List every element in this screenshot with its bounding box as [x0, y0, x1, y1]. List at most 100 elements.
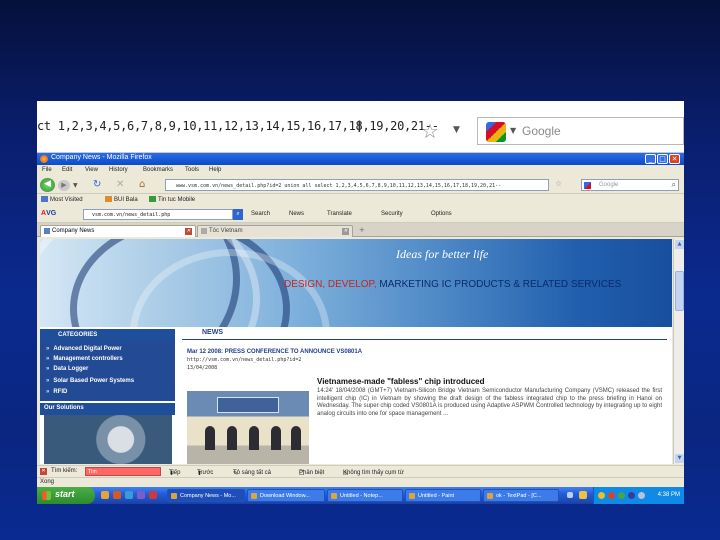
- close-icon[interactable]: ✕: [40, 468, 47, 475]
- quicklaunch-icon[interactable]: [137, 491, 145, 499]
- photo-sign-graphic: [217, 397, 279, 413]
- reload-icon[interactable]: ↻: [93, 179, 101, 190]
- news-url[interactable]: http://vsm.com.vn/news_detail.php?id=2: [187, 357, 301, 363]
- avg-options[interactable]: Options: [431, 211, 452, 217]
- photo-person-graphic: [249, 426, 259, 450]
- menu-tools[interactable]: Tools: [185, 167, 199, 173]
- news-headline-link[interactable]: Mar 12 2008: PRESS CONFERENCE TO ANNOUNC…: [187, 349, 362, 355]
- bookmark-tin-tuc[interactable]: Tin tuc Mobile: [149, 196, 195, 203]
- bookmarks-toolbar: Most Visited BUI Bala Tin tuc Mobile: [37, 194, 684, 206]
- browser-window: Company News - Mozilla Firefox _ □ ✕ Fil…: [37, 153, 684, 504]
- taskbar-item-company-news[interactable]: Company News - Mo...: [167, 489, 245, 502]
- home-icon[interactable]: ⌂: [139, 179, 145, 190]
- categories-heading: CATEGORIES: [40, 329, 175, 341]
- taskbar-item-textpad[interactable]: ok - TextPad - [C...: [483, 489, 559, 502]
- minimize-button[interactable]: _: [645, 154, 656, 164]
- zoomed-url-text[interactable]: ct 1,2,3,4,5,6,7,8,9,10,11,12,13,14,15,1…: [37, 119, 477, 145]
- bookmark-bui-bala[interactable]: BUI Bala: [105, 196, 138, 203]
- tray-icon[interactable]: [628, 492, 635, 499]
- find-bar: ✕ Tìm kiếm: Tìm ⬇ Tiếp ⬆ Trước ✎ Tô sáng…: [37, 465, 684, 477]
- find-input[interactable]: Tìm: [85, 467, 161, 476]
- category-link[interactable]: RFID: [46, 389, 67, 395]
- start-button[interactable]: start: [37, 487, 95, 504]
- avg-news[interactable]: News: [289, 211, 304, 217]
- menu-help[interactable]: Help: [209, 167, 221, 173]
- close-icon[interactable]: ✕: [185, 228, 192, 235]
- avg-translate[interactable]: Translate: [327, 211, 352, 217]
- site-sidebar: CATEGORIES Advanced Digital Power Manage…: [40, 329, 175, 464]
- maximize-button[interactable]: □: [657, 154, 668, 164]
- bookmark-most-visited[interactable]: Most Visited: [41, 196, 83, 203]
- bookmark-star-icon[interactable]: ☆: [555, 179, 562, 188]
- quicklaunch-icon[interactable]: [101, 491, 109, 499]
- banner-slogan: Ideas for better life: [396, 247, 489, 261]
- category-link[interactable]: Advanced Digital Power: [46, 346, 121, 352]
- tray-icon[interactable]: [608, 492, 615, 499]
- category-link[interactable]: Data Logger: [46, 366, 88, 372]
- vertical-scrollbar[interactable]: ▲ ▼: [673, 239, 684, 464]
- system-tray: 4:38 PM: [593, 487, 684, 504]
- news-section-title: NEWS: [202, 329, 223, 336]
- close-icon[interactable]: ✕: [342, 228, 349, 235]
- menu-edit[interactable]: Edit: [62, 167, 72, 173]
- volume-icon[interactable]: [638, 492, 645, 499]
- category-link[interactable]: Management controllers: [46, 356, 122, 362]
- menu-bookmarks[interactable]: Bookmarks: [143, 167, 173, 173]
- quicklaunch-icon[interactable]: [149, 491, 157, 499]
- bookmark-star-icon[interactable]: ☆: [421, 119, 439, 143]
- tray-icon[interactable]: [579, 491, 587, 499]
- chevron-down-icon[interactable]: ▼: [453, 125, 460, 135]
- title-bar: Company News - Mozilla Firefox _ □ ✕: [37, 153, 684, 165]
- search-icon[interactable]: ⌕: [233, 209, 243, 220]
- close-button[interactable]: ✕: [669, 154, 680, 164]
- tray-icon[interactable]: [618, 492, 625, 499]
- stop-icon[interactable]: ✕: [116, 179, 124, 190]
- photo-person-graphic: [271, 426, 281, 450]
- avg-security[interactable]: Security: [381, 211, 403, 217]
- zoomed-search-box[interactable]: ▼ Google: [477, 117, 684, 145]
- tab-strip: Company News ✕ Tóc Vietnam ✕ +: [37, 223, 684, 237]
- news-section: NEWS Mar 12 2008: PRESS CONFERENCE TO AN…: [182, 329, 672, 464]
- forward-button[interactable]: ▶: [58, 180, 70, 191]
- quicklaunch-icon[interactable]: [125, 491, 133, 499]
- scrollbar-thumb[interactable]: [675, 271, 684, 311]
- tab-toc-vietnam[interactable]: Tóc Vietnam ✕: [197, 225, 353, 237]
- new-tab-icon[interactable]: +: [359, 226, 365, 234]
- menu-view[interactable]: View: [85, 167, 98, 173]
- clock[interactable]: 4:38 PM: [658, 492, 680, 498]
- avg-toolbar: AVG vsm.com.vn/news_detail.php ⌕ Search …: [37, 206, 684, 223]
- back-button[interactable]: ◀: [40, 178, 55, 192]
- chevron-down-icon[interactable]: ▼: [73, 182, 78, 189]
- menu-file[interactable]: File: [42, 167, 52, 173]
- photo-person-graphic: [227, 426, 237, 450]
- category-link[interactable]: Solar Based Power Systems: [46, 378, 134, 384]
- chevron-down-icon[interactable]: ▼: [510, 126, 516, 135]
- taskbar-item-download[interactable]: Download Window...: [247, 489, 325, 502]
- taskbar-item-paint[interactable]: Untitled - Paint: [405, 489, 481, 502]
- scroll-down-icon[interactable]: ▼: [675, 454, 684, 463]
- scroll-up-icon[interactable]: ▲: [675, 240, 684, 249]
- firefox-icon[interactable]: [113, 491, 121, 499]
- address-bar[interactable]: www.vsm.com.vn/news_detail.php?id=2 unio…: [165, 179, 549, 191]
- avg-search-input[interactable]: vsm.com.vn/news_detail.php: [83, 209, 233, 220]
- page-icon: [149, 196, 156, 202]
- search-input[interactable]: Google ⌕: [581, 179, 679, 191]
- search-placeholder: Google: [599, 182, 619, 188]
- status-text: Xong: [40, 479, 55, 485]
- favicon-icon: [201, 228, 207, 234]
- tray-icon[interactable]: [598, 492, 605, 499]
- article-title-link[interactable]: Vietnamese-made "fabless" chip introduce…: [317, 377, 485, 386]
- avg-search[interactable]: Search: [251, 211, 270, 217]
- find-label: Tìm kiếm:: [51, 468, 78, 474]
- menu-history[interactable]: History: [109, 167, 128, 173]
- windows-flag-icon: [42, 491, 51, 500]
- status-bar: Xong: [37, 477, 684, 487]
- photo-person-graphic: [205, 426, 215, 450]
- tab-company-news[interactable]: Company News ✕: [40, 225, 196, 237]
- categories-list: Advanced Digital Power Management contro…: [40, 341, 175, 401]
- taskbar-item-notepad[interactable]: Untitled - Notep...: [327, 489, 403, 502]
- avg-logo[interactable]: AVG: [41, 210, 56, 217]
- search-icon[interactable]: ⌕: [672, 180, 676, 190]
- chevron-left-icon[interactable]: [567, 492, 573, 498]
- web-page: Ideas for better life DESIGN, DEVELOP, M…: [40, 239, 672, 464]
